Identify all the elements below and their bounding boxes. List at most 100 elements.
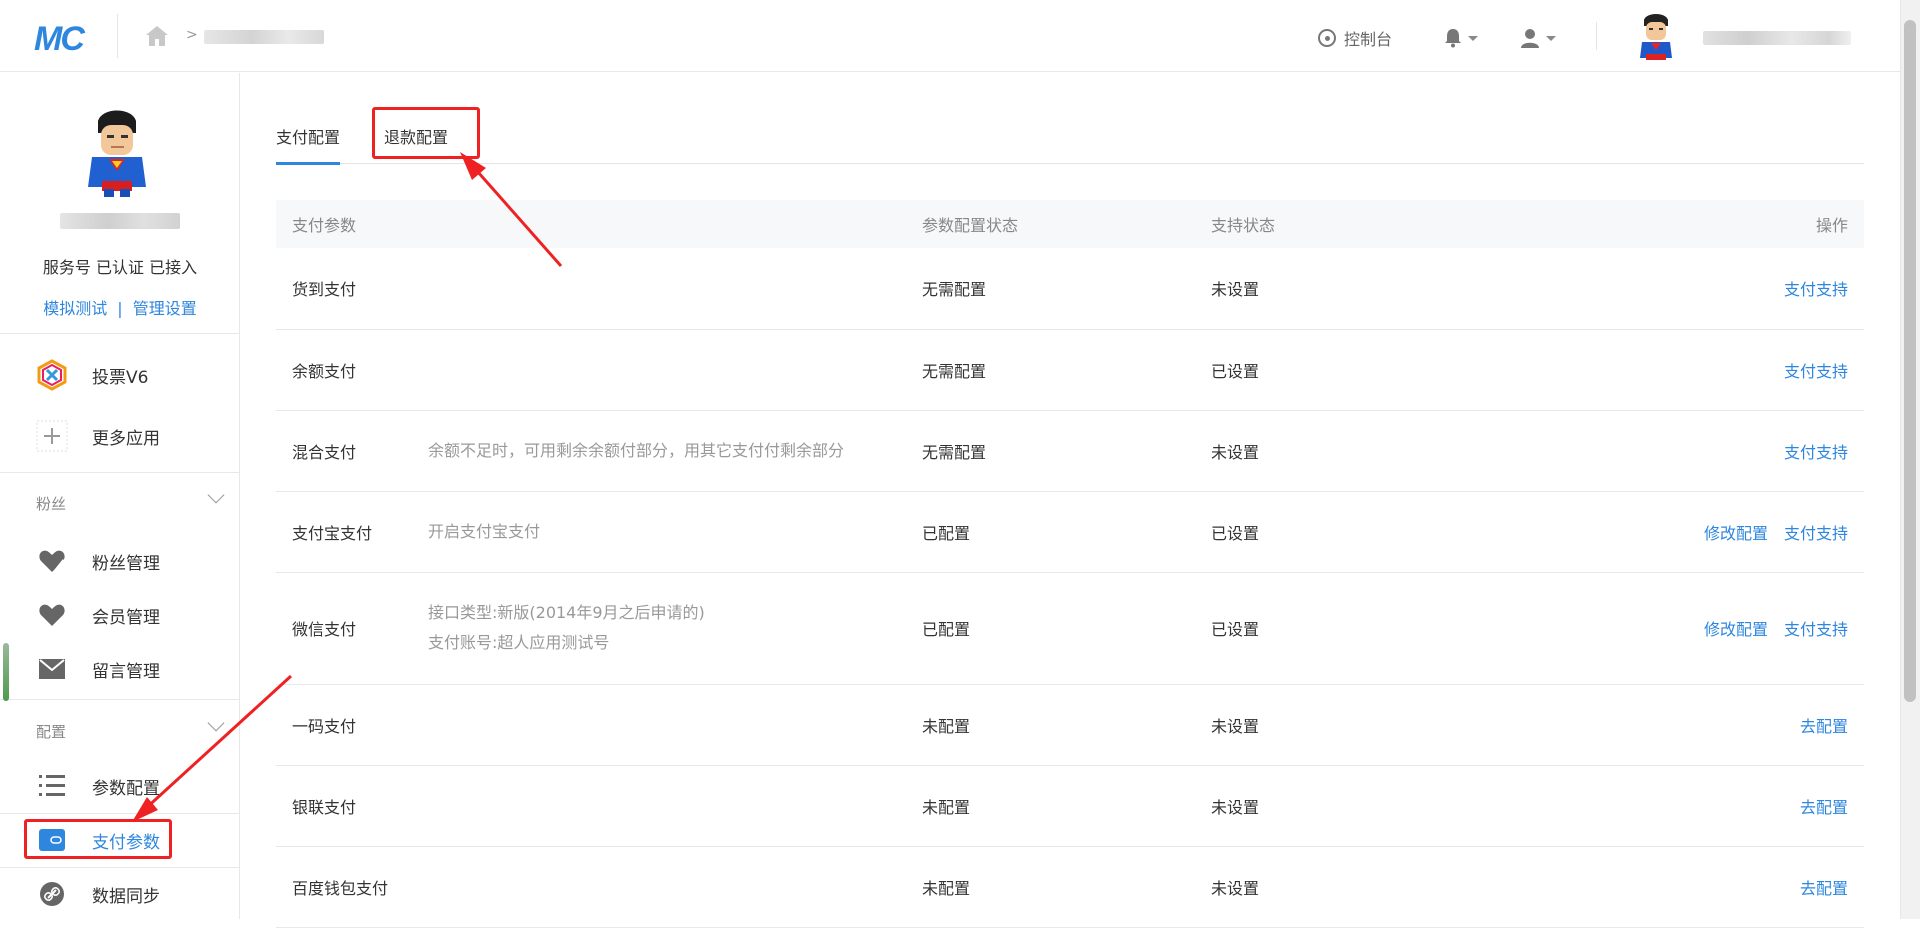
pay-name: 余额支付 xyxy=(292,361,357,381)
config-status: 无需配置 xyxy=(922,442,987,462)
divider xyxy=(0,699,240,700)
vote-app-icon xyxy=(36,359,68,391)
sidebar-item-more-apps[interactable]: 更多应用 xyxy=(36,420,160,452)
header-support-status: 支持状态 xyxy=(1211,216,1276,235)
divider xyxy=(0,333,240,334)
mail-icon xyxy=(36,653,68,685)
config-status: 已配置 xyxy=(922,620,971,639)
avatar[interactable] xyxy=(1636,12,1676,62)
annotation-box-pay-params xyxy=(24,819,172,859)
header-pay-param: 支付参数 xyxy=(292,216,357,235)
table-row: 余额支付 无需配置 已设置 支付支持 xyxy=(276,329,1864,410)
support-status: 未设置 xyxy=(1211,280,1260,300)
pay-desc: 余额不足时，可用剩余余额付部分，用其它支付付剩余部分 xyxy=(428,440,845,460)
support-status: 已设置 xyxy=(1211,523,1260,543)
sidebar-item-data-sync[interactable]: 数据同步 xyxy=(36,878,160,910)
pay-desc xyxy=(428,846,906,927)
support-status: 已设置 xyxy=(1211,361,1260,381)
divider xyxy=(0,813,240,814)
header-config-status: 参数配置状态 xyxy=(922,216,1019,235)
row-actions: 去配置 xyxy=(1604,684,1864,765)
pay-desc: 开启支付宝支付 xyxy=(428,521,541,541)
header-actions: 操作 xyxy=(1815,216,1848,235)
modify-config-link[interactable]: 修改配置 xyxy=(1704,620,1768,639)
pay-name: 混合支付 xyxy=(292,442,357,462)
row-actions: 支付支持 xyxy=(1604,329,1864,410)
account-name-blurred xyxy=(60,213,180,229)
logo[interactable]: MC xyxy=(34,20,85,59)
row-actions: 支付支持 xyxy=(1604,248,1864,329)
support-status: 未设置 xyxy=(1211,716,1260,736)
sidebar-item-vote[interactable]: 投票V6 xyxy=(36,359,148,391)
account-links: 模拟测试 | 管理设置 xyxy=(0,295,240,319)
pay-name: 支付宝支付 xyxy=(292,523,373,543)
chevron-down-icon[interactable] xyxy=(207,714,225,732)
divider xyxy=(1596,22,1597,50)
config-status: 已配置 xyxy=(922,523,971,543)
account-avatar xyxy=(88,110,146,197)
sidebar-item-members[interactable]: 会员管理 xyxy=(36,599,160,631)
annotation-box-refund-tab xyxy=(372,107,480,159)
pay-support-link[interactable]: 支付支持 xyxy=(1784,620,1848,639)
pay-desc: 接口类型:新版(2014年9月之后申请的) 支付账号:超人应用测试号 xyxy=(428,572,906,684)
user-name-blurred xyxy=(1703,31,1851,45)
support-status: 未设置 xyxy=(1211,878,1260,898)
pay-desc-line: 支付账号:超人应用测试号 xyxy=(428,633,610,652)
row-actions: 去配置 xyxy=(1604,765,1864,846)
sidebar-item-label: 参数配置 xyxy=(92,778,160,799)
pay-support-link[interactable]: 支付支持 xyxy=(1784,280,1848,299)
user-icon xyxy=(1521,29,1539,48)
link-separator: | xyxy=(117,299,123,318)
top-bar: MC > 控制台 xyxy=(0,0,1900,72)
pay-desc xyxy=(428,684,906,765)
go-config-link[interactable]: 去配置 xyxy=(1800,879,1848,898)
manage-settings-link[interactable]: 管理设置 xyxy=(133,299,197,318)
breadcrumb-separator: > xyxy=(186,27,198,43)
notifications-dropdown[interactable] xyxy=(1444,28,1478,48)
pay-desc xyxy=(428,248,906,329)
tab-pay-config[interactable]: 支付配置 xyxy=(276,124,341,165)
row-actions: 支付支持 xyxy=(1604,410,1864,491)
row-actions: 去配置 xyxy=(1604,846,1864,927)
plus-icon xyxy=(36,420,68,452)
payment-table: 支付参数 参数配置状态 支持状态 操作 货到支付 无需配置 未设置 支付支持 余… xyxy=(276,200,1864,928)
pay-name: 货到支付 xyxy=(292,280,357,300)
pay-support-link[interactable]: 支付支持 xyxy=(1784,443,1848,462)
go-config-link[interactable]: 去配置 xyxy=(1800,798,1848,817)
modify-config-link[interactable]: 修改配置 xyxy=(1704,524,1768,543)
breadcrumb-current-blurred xyxy=(204,30,324,44)
pay-name: 微信支付 xyxy=(292,620,357,639)
sidebar-item-fans[interactable]: 粉丝管理 xyxy=(36,545,160,577)
chevron-down-icon[interactable] xyxy=(207,486,225,504)
sidebar-item-label: 数据同步 xyxy=(92,886,160,907)
list-icon xyxy=(36,770,68,802)
support-status: 未设置 xyxy=(1211,797,1260,817)
console-link[interactable]: 控制台 xyxy=(1318,26,1392,50)
table-row: 混合支付 余额不足时，可用剩余余额付部分，用其它支付付剩余部分 无需配置 未设置… xyxy=(276,410,1864,491)
divider xyxy=(0,472,240,473)
go-config-link[interactable]: 去配置 xyxy=(1800,717,1848,736)
link-icon xyxy=(36,878,68,910)
simulate-test-link[interactable]: 模拟测试 xyxy=(43,299,107,318)
pay-desc xyxy=(428,329,906,410)
pay-name: 百度钱包支付 xyxy=(292,878,389,898)
table-header: 支付参数 参数配置状态 支持状态 操作 xyxy=(276,200,1864,248)
sidebar-item-messages[interactable]: 留言管理 xyxy=(36,653,160,685)
config-status: 未配置 xyxy=(922,797,971,817)
table-row: 一码支付 未配置 未设置 去配置 xyxy=(276,684,1864,765)
pay-support-link[interactable]: 支付支持 xyxy=(1784,524,1848,543)
divider xyxy=(117,14,118,58)
heart-icon xyxy=(36,599,68,631)
section-title-config: 配置 xyxy=(36,723,67,741)
table-row: 银联支付 未配置 未设置 去配置 xyxy=(276,765,1864,846)
user-dropdown[interactable] xyxy=(1520,28,1556,48)
scrollbar-thumb[interactable] xyxy=(1904,20,1916,702)
pay-name: 一码支付 xyxy=(292,716,357,736)
pay-support-link[interactable]: 支付支持 xyxy=(1784,362,1848,381)
chevron-down-icon xyxy=(1468,35,1478,41)
sidebar-item-params[interactable]: 参数配置 xyxy=(36,770,160,802)
sidebar-item-label: 留言管理 xyxy=(92,661,160,682)
home-icon[interactable] xyxy=(144,24,170,48)
sidebar-item-label: 粉丝管理 xyxy=(92,553,160,574)
side-indicator xyxy=(3,643,9,701)
